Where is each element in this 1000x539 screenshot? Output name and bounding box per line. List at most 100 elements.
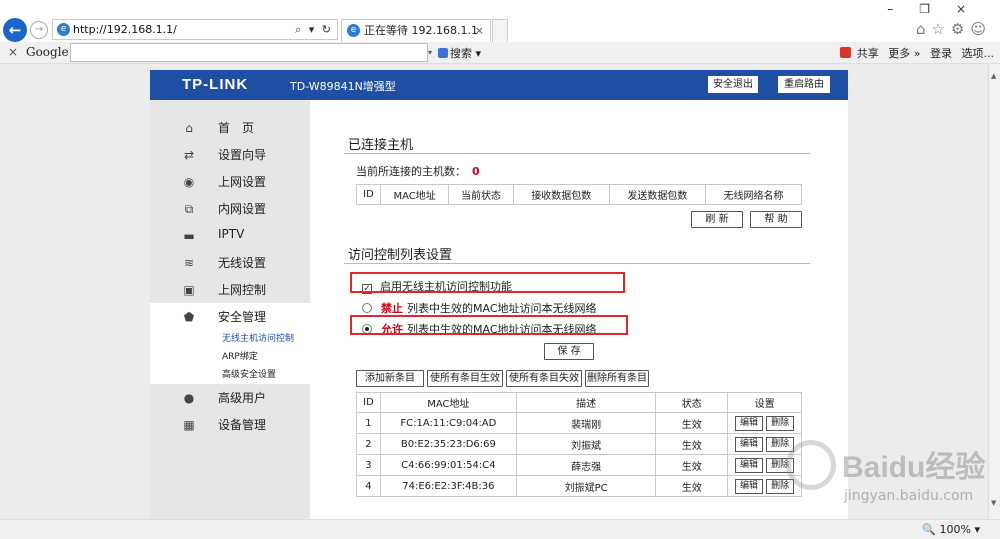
router-header: TP-LINK TD-W89841N增强型 安全退出 重启路由 xyxy=(150,70,848,100)
cell-id: 4 xyxy=(356,475,381,497)
cell-status: 生效 xyxy=(655,412,729,434)
share-button[interactable]: 共享 xyxy=(857,47,879,60)
edit-button[interactable]: 编辑 xyxy=(734,415,763,431)
submenu-item[interactable]: 高级安全设置 xyxy=(150,366,310,384)
new-tab-button[interactable] xyxy=(492,19,508,42)
browser-tab[interactable]: e 正在等待 192.168.1.1 × xyxy=(341,19,491,42)
column-header: 无线网络名称 xyxy=(704,184,803,205)
tab-close-icon[interactable]: × xyxy=(475,20,484,41)
add-entry-button[interactable]: 添加新条目 xyxy=(356,370,424,387)
google-toolbar: × Google ▾ 搜索 ▾ 共享 更多 » 登录 选项... xyxy=(0,42,1000,64)
cell-actions: 编辑 删除 xyxy=(727,475,802,497)
login-button[interactable]: 登录 xyxy=(930,47,952,60)
forward-button[interactable]: → xyxy=(30,21,48,39)
highlight-box xyxy=(350,315,628,335)
highlight-box xyxy=(350,272,625,293)
router-admin: TP-LINK TD-W89841N增强型 安全退出 重启路由 ⌂ 首 页 ⇄ 设置向… xyxy=(150,70,848,519)
column-header: MAC地址 xyxy=(379,392,517,413)
home-icon: ⌂ xyxy=(185,121,193,135)
sidebar-item-7[interactable]: ⬟ 安全管理 xyxy=(150,303,310,330)
delete-button[interactable]: 删除 xyxy=(766,436,795,452)
sidebar-item-label: 设置向导 xyxy=(218,148,267,162)
zoom-level[interactable]: 🔍 100% ▾ xyxy=(922,523,980,536)
sidebar-item-label: 安全管理 xyxy=(218,310,267,324)
options-button[interactable]: 选项... xyxy=(962,47,995,60)
cell-id: 1 xyxy=(356,412,381,434)
enable-all-button[interactable]: 使所有条目生效 xyxy=(427,370,503,387)
disable-all-button[interactable]: 使所有条目失效 xyxy=(506,370,582,387)
connected-hosts-table: ID MAC地址 当前状态 接收数据包数 发送数据包数 无线网络名称 xyxy=(356,184,803,205)
toolbar-close-icon[interactable]: × xyxy=(8,45,18,59)
share-icon[interactable] xyxy=(839,47,851,58)
address-bar[interactable]: e http://192.168.1.1/ ⌕ ▾ ↻ xyxy=(52,19,338,40)
refresh-button[interactable]: 刷 新 xyxy=(691,211,743,228)
delete-button[interactable]: 删除 xyxy=(766,457,795,473)
google-search-input[interactable] xyxy=(70,43,428,62)
back-button[interactable]: ← xyxy=(3,18,27,42)
deny-option[interactable]: 禁止 列表中生效的MAC地址访问本无线网络 xyxy=(362,300,597,316)
cell-status: 生效 xyxy=(655,454,729,476)
host-count: 当前所连接的主机数： 0 xyxy=(356,165,480,178)
sidebar-item-label: 内网设置 xyxy=(218,202,267,216)
sidebar-item-2[interactable]: ◉ 上网设置 xyxy=(150,168,310,195)
submenu-item[interactable]: ARP绑定 xyxy=(150,348,310,366)
tplink-logo: TP-LINK xyxy=(182,76,249,93)
host-count-value: 0 xyxy=(472,165,480,178)
google-logo: Google xyxy=(26,45,69,59)
column-header: 描述 xyxy=(515,392,657,413)
status-bar: 🔍 100% ▾ xyxy=(0,519,1000,539)
scroll-up-icon[interactable]: ▲ xyxy=(991,72,996,80)
window-controls[interactable]: –❐× xyxy=(887,2,992,16)
cell-id: 2 xyxy=(356,433,381,455)
address-controls[interactable]: ⌕ ▾ ↻ xyxy=(295,20,333,39)
more-button[interactable]: 更多 » xyxy=(888,47,920,60)
chevron-down-icon[interactable]: ▾ xyxy=(428,43,438,62)
table-row: 2 B0:E2:35:23:D6:69 刘振斌 生效 编辑 删除 xyxy=(356,433,802,455)
submenu-item[interactable]: 无线主机访问控制 xyxy=(150,330,310,348)
sidebar-item-3[interactable]: ⧉ 内网设置 xyxy=(150,195,310,222)
browser-icons[interactable]: ⌂☆⚙☺ xyxy=(916,20,992,38)
main-panel: 已连接主机 当前所连接的主机数： 0 ID MAC地址 当前状态 接收数据包数 发送数据包… xyxy=(310,100,848,519)
scroll-down-icon[interactable]: ▼ xyxy=(991,499,996,507)
reboot-button[interactable]: 重启路由 xyxy=(778,76,830,93)
lock-icon: ▣ xyxy=(183,283,195,297)
wifi-icon: ≋ xyxy=(183,256,195,270)
delete-button[interactable]: 删除 xyxy=(766,415,795,431)
cell-desc: 刘振斌 xyxy=(515,433,657,455)
sidebar-item-label: IPTV xyxy=(218,227,245,241)
edit-button[interactable]: 编辑 xyxy=(734,457,763,473)
save-button[interactable]: 保 存 xyxy=(544,343,594,360)
vertical-scrollbar[interactable]: ▲ ▼ xyxy=(988,64,1000,519)
toolbar-right: 共享 更多 » 登录 选项... xyxy=(834,45,994,61)
deny-radio[interactable] xyxy=(362,303,372,313)
column-header: ID xyxy=(356,184,381,205)
edit-button[interactable]: 编辑 xyxy=(734,436,763,452)
sidebar-item-8[interactable]: ● 高级用户 xyxy=(150,384,310,411)
sidebar-item-5[interactable]: ≋ 无线设置 xyxy=(150,249,310,276)
help-button[interactable]: 帮 助 xyxy=(750,211,802,228)
sidebar-item-6[interactable]: ▣ 上网控制 xyxy=(150,276,310,303)
column-header: 状态 xyxy=(655,392,729,413)
section-title-connected: 已连接主机 xyxy=(348,138,414,153)
sidebar-item-4[interactable]: ▬ IPTV xyxy=(150,222,310,249)
sidebar-menu: ⌂ 首 页 ⇄ 设置向导 ◉ 上网设置 ⧉ 内网设置 ▬ IPTV ≋ 无线设置 ▣ 上网控制 ⬟ 安全管理无… xyxy=(150,114,310,438)
grid-icon: ▦ xyxy=(183,418,195,432)
sidebar-item-label: 上网控制 xyxy=(218,283,267,297)
column-header: 发送数据包数 xyxy=(608,184,706,205)
logout-button[interactable]: 安全退出 xyxy=(708,76,758,93)
column-header: 设置 xyxy=(727,392,802,413)
edit-button[interactable]: 编辑 xyxy=(734,478,763,494)
column-header: MAC地址 xyxy=(379,184,450,205)
sidebar-item-label: 无线设置 xyxy=(218,256,267,270)
cell-mac: FC:1A:11:C9:04:AD xyxy=(379,412,517,434)
sidebar-item-1[interactable]: ⇄ 设置向导 xyxy=(150,141,310,168)
google-search-button[interactable]: 搜索 ▾ xyxy=(438,45,481,61)
delete-button[interactable]: 删除 xyxy=(766,478,795,494)
sidebar-item-9[interactable]: ▦ 设备管理 xyxy=(150,411,310,438)
sidebar-item-label: 高级用户 xyxy=(218,391,267,405)
user-icon: ● xyxy=(183,391,195,405)
network-icon: ⧉ xyxy=(184,202,194,216)
delete-all-button[interactable]: 删除所有条目 xyxy=(585,370,649,387)
sidebar-item-label: 首 页 xyxy=(218,121,255,135)
sidebar-item-0[interactable]: ⌂ 首 页 xyxy=(150,114,310,141)
